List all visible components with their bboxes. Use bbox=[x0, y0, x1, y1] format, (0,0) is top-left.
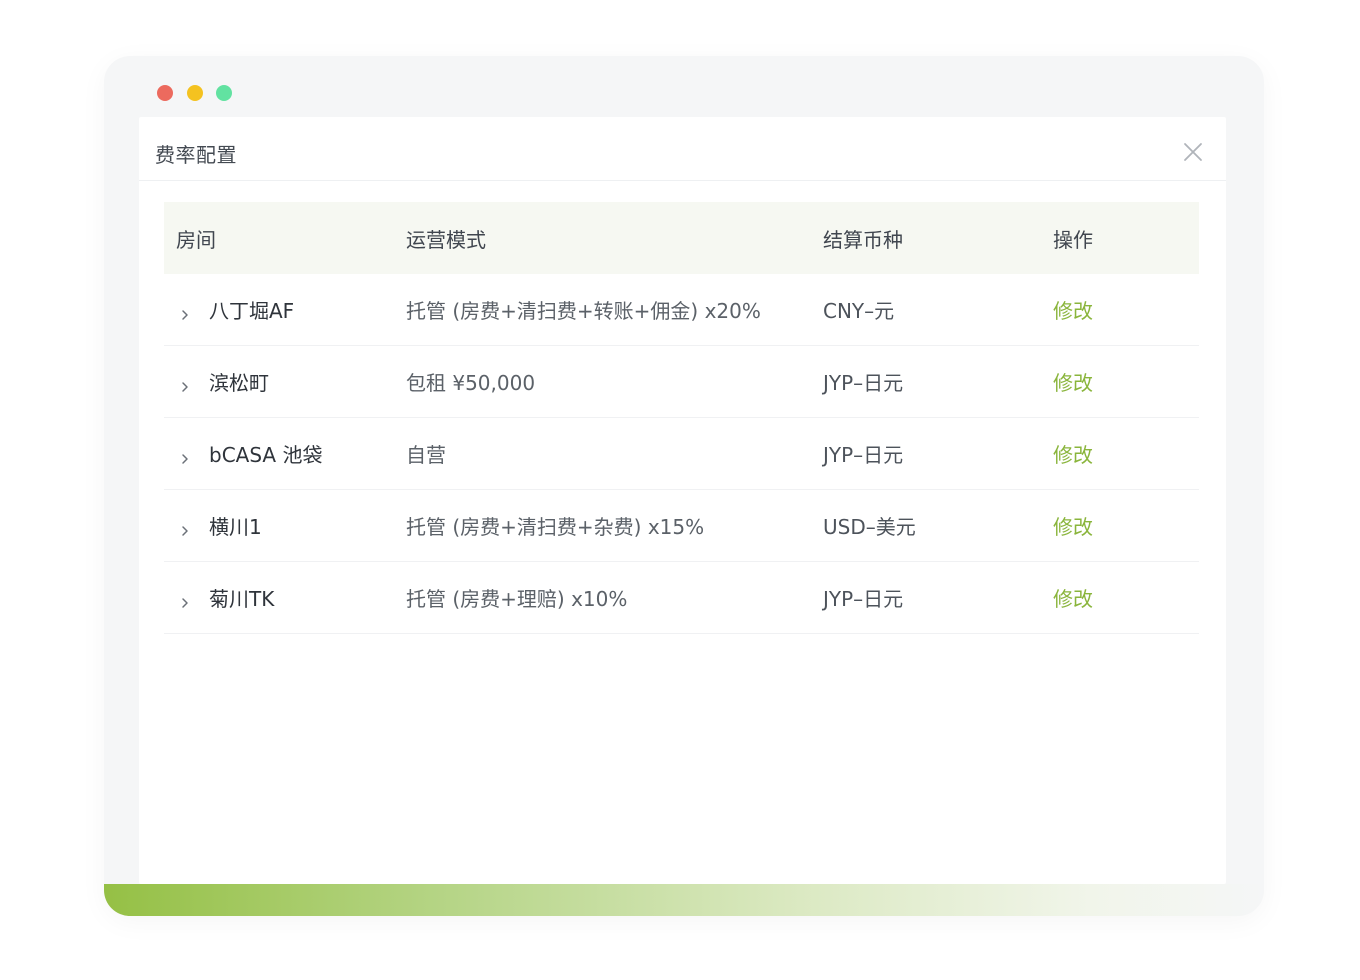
dialog-header: 费率配置 bbox=[139, 117, 1226, 181]
room-cell: bCASA 池袋 bbox=[164, 439, 406, 468]
window-close-dot[interactable] bbox=[157, 85, 173, 101]
bottom-gradient-bar bbox=[104, 884, 1264, 916]
edit-link[interactable]: 修改 bbox=[1053, 443, 1093, 467]
room-name: bCASA 池袋 bbox=[209, 443, 323, 467]
rate-config-dialog: 费率配置 房间 运营模式 结算币种 操作 八丁堀AF 托管 (房费+清扫费+转账… bbox=[139, 117, 1226, 884]
table-header: 房间 运营模式 结算币种 操作 bbox=[164, 202, 1199, 274]
table-row: 滨松町 包租 ¥50,000 JYP–日元 修改 bbox=[164, 346, 1199, 418]
table-row: 菊川TK 托管 (房费+理赔) x10% JYP–日元 修改 bbox=[164, 562, 1199, 634]
room-name: 八丁堀AF bbox=[209, 299, 295, 323]
close-icon[interactable] bbox=[1182, 141, 1204, 163]
mode-cell: 托管 (房费+清扫费+杂费) x15% bbox=[406, 515, 705, 539]
mode-cell: 托管 (房费+清扫费+转账+佣金) x20% bbox=[406, 299, 761, 323]
chevron-right-icon[interactable] bbox=[178, 447, 192, 464]
app-window: 费率配置 房间 运营模式 结算币种 操作 八丁堀AF 托管 (房费+清扫费+转账… bbox=[104, 56, 1264, 916]
column-header-currency: 结算币种 bbox=[823, 227, 903, 252]
column-header-action: 操作 bbox=[1053, 227, 1093, 252]
room-name: 菊川TK bbox=[209, 587, 275, 611]
room-cell: 八丁堀AF bbox=[164, 295, 406, 324]
edit-link[interactable]: 修改 bbox=[1053, 299, 1093, 323]
mode-cell: 自营 bbox=[406, 443, 446, 467]
table-row: bCASA 池袋 自营 JYP–日元 修改 bbox=[164, 418, 1199, 490]
window-maximize-dot[interactable] bbox=[216, 85, 232, 101]
column-header-mode: 运营模式 bbox=[406, 227, 486, 252]
table-row: 八丁堀AF 托管 (房费+清扫费+转账+佣金) x20% CNY–元 修改 bbox=[164, 274, 1199, 346]
mode-cell: 包租 ¥50,000 bbox=[406, 371, 536, 395]
currency-cell: USD–美元 bbox=[823, 515, 916, 539]
chevron-right-icon[interactable] bbox=[178, 591, 192, 608]
chevron-right-icon[interactable] bbox=[178, 375, 192, 392]
currency-cell: JYP–日元 bbox=[823, 371, 904, 395]
chevron-right-icon[interactable] bbox=[178, 303, 192, 320]
edit-link[interactable]: 修改 bbox=[1053, 587, 1093, 611]
mode-cell: 托管 (房费+理赔) x10% bbox=[406, 587, 628, 611]
room-cell: 菊川TK bbox=[164, 583, 406, 612]
table-row: 横川1 托管 (房费+清扫费+杂费) x15% USD–美元 修改 bbox=[164, 490, 1199, 562]
currency-cell: CNY–元 bbox=[823, 299, 895, 323]
room-cell: 横川1 bbox=[164, 511, 406, 540]
edit-link[interactable]: 修改 bbox=[1053, 371, 1093, 395]
room-name: 滨松町 bbox=[209, 371, 269, 395]
chevron-right-icon[interactable] bbox=[178, 519, 192, 536]
rate-table: 房间 运营模式 结算币种 操作 八丁堀AF 托管 (房费+清扫费+转账+佣金) … bbox=[164, 202, 1199, 634]
dialog-title: 费率配置 bbox=[155, 143, 237, 167]
room-name: 横川1 bbox=[209, 515, 262, 539]
currency-cell: JYP–日元 bbox=[823, 443, 904, 467]
column-header-room: 房间 bbox=[176, 227, 216, 252]
edit-link[interactable]: 修改 bbox=[1053, 515, 1093, 539]
room-cell: 滨松町 bbox=[164, 367, 406, 396]
window-minimize-dot[interactable] bbox=[187, 85, 203, 101]
currency-cell: JYP–日元 bbox=[823, 587, 904, 611]
